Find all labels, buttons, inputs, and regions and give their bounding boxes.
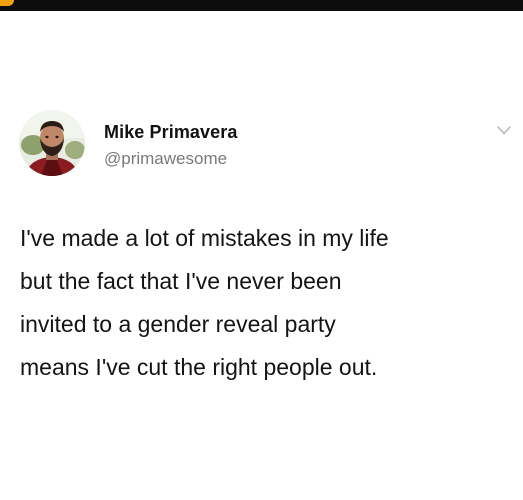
status-indicator (0, 0, 14, 6)
chevron-down-icon (497, 125, 511, 134)
top-bar (0, 0, 523, 11)
author-handle[interactable]: @primawesome (104, 149, 227, 169)
author-name[interactable]: Mike Primavera (104, 122, 237, 143)
profile-photo-icon (19, 110, 85, 176)
tweet-text: I've made a lot of mistakes in my life b… (20, 217, 510, 389)
tweet-menu-button[interactable] (495, 123, 513, 137)
avatar[interactable] (19, 110, 85, 176)
tweet-text-line: but the fact that I've never been (20, 268, 342, 294)
tweet-text-line: I've made a lot of mistakes in my life (20, 225, 389, 251)
tweet-text-line: invited to a gender reveal party (20, 311, 336, 337)
tweet-text-line: means I've cut the right people out. (20, 354, 378, 380)
